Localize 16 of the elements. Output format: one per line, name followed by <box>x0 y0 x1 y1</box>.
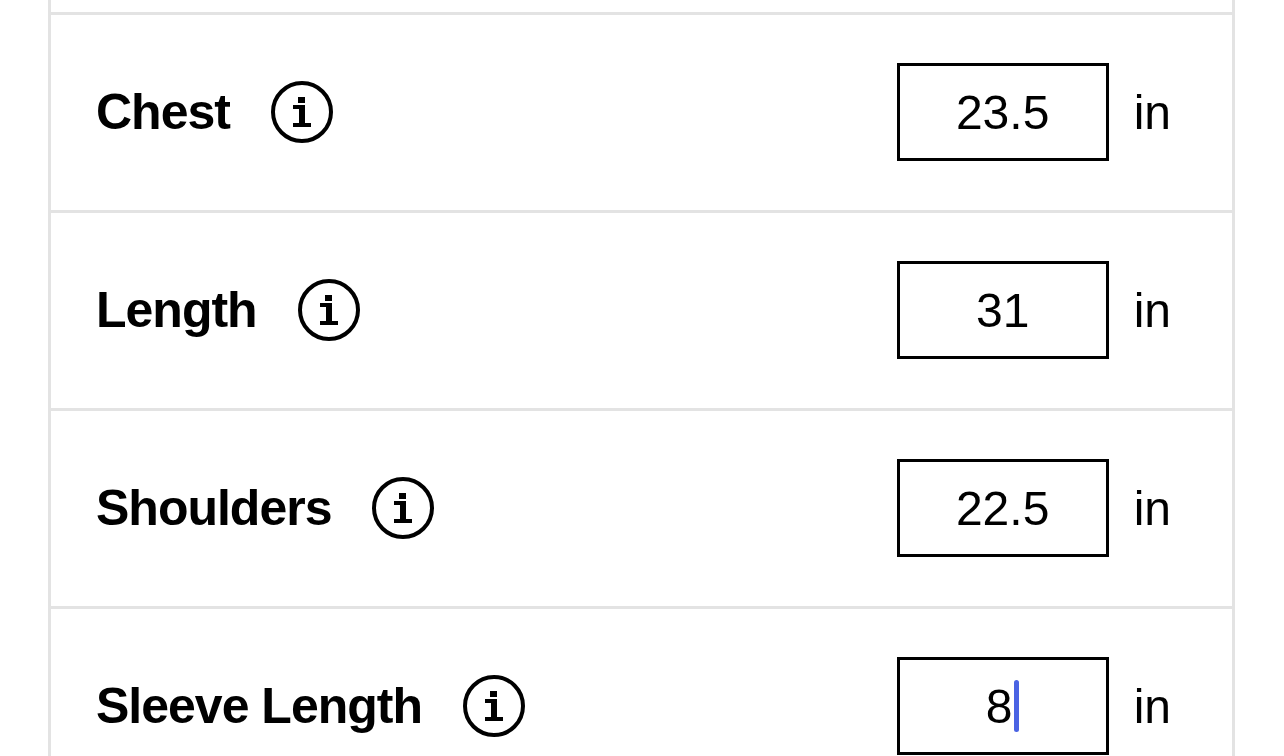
input-field[interactable]: 31 <box>896 261 1109 359</box>
info-icon[interactable] <box>297 279 360 341</box>
measurement-label: Chest <box>96 83 230 141</box>
measurement-label: Shoulders <box>96 479 332 537</box>
info-icon[interactable] <box>372 477 435 539</box>
unit-label: in <box>1133 480 1171 536</box>
input-field[interactable]: 8 <box>896 657 1109 755</box>
input-field[interactable]: 22.5 <box>896 459 1109 557</box>
info-icon[interactable] <box>270 81 333 143</box>
unit-label: in <box>1133 84 1171 140</box>
unit-label: in <box>1133 678 1171 734</box>
info-icon[interactable] <box>463 675 525 737</box>
measurement-label: Sleeve Length <box>96 677 422 735</box>
input-field[interactable]: 23.5 <box>896 63 1109 161</box>
unit-label: in <box>1133 282 1171 338</box>
measurement-label: Length <box>96 281 257 339</box>
